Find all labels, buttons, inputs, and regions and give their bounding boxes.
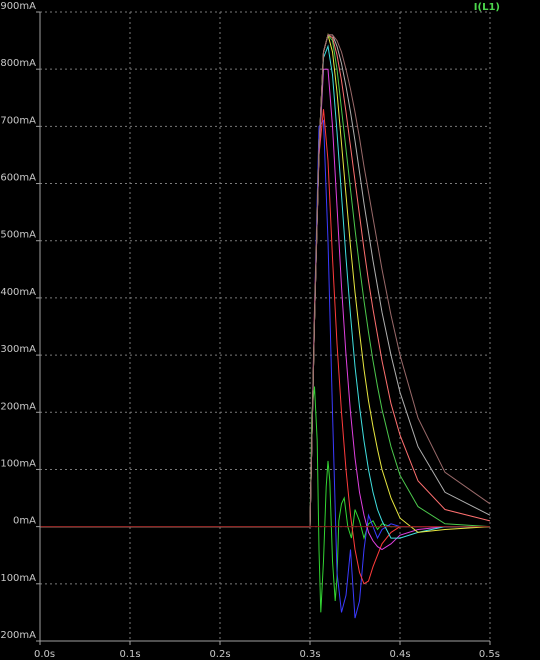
y-tick-label-0: -200mA <box>0 630 36 641</box>
y-tick-label-1: -100mA <box>0 573 36 584</box>
x-tick-label-2: 0.2s <box>209 649 230 660</box>
y-tick-label-10: 800mA <box>0 58 36 69</box>
y-tick-label-9: 700mA <box>0 115 36 126</box>
x-tick-label-3: 0.3s <box>299 649 320 660</box>
y-tick-label-2: 0mA <box>13 516 36 527</box>
legend-label[interactable]: I(L1) <box>474 2 500 13</box>
x-tick-label-0: 0.0s <box>34 649 55 660</box>
transient-plot: -200mA -100mA 0mA 100mA 200mA 300mA 400mA 500mA… <box>0 0 540 660</box>
y-tick-label-8: 600mA <box>0 173 36 184</box>
y-tick-label-4: 200mA <box>0 401 36 412</box>
y-tick-label-5: 300mA <box>0 344 36 355</box>
y-tick-label-6: 400mA <box>0 287 36 298</box>
y-tick-label-3: 100mA <box>0 458 36 469</box>
x-tick-label-4: 0.4s <box>389 649 410 660</box>
plot-background <box>0 0 540 660</box>
y-tick-label-7: 500mA <box>0 230 36 241</box>
y-tick-label-11: 900mA <box>0 1 36 12</box>
x-tick-label-1: 0.1s <box>119 649 140 660</box>
x-tick-label-5: 0.5s <box>479 649 500 660</box>
